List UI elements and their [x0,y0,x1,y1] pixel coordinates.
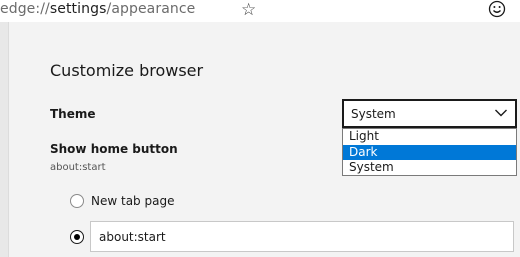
chevron-down-icon [495,109,507,117]
theme-option-system[interactable]: System [343,160,516,175]
left-panel-edge [0,22,9,257]
settings-page: edge://settings/appearance ☆ Customize b… [0,0,520,257]
theme-option-light[interactable]: Light [343,129,516,144]
url-text[interactable]: edge://settings/appearance [0,1,195,17]
home-button-label: Show home button [50,142,178,156]
theme-option-dark[interactable]: Dark [343,145,516,160]
theme-select-value: System [351,107,396,121]
home-button-current-value: about:start [50,162,106,173]
theme-dropdown-list: Light Dark System [342,128,517,176]
radio-new-tab-page-label[interactable]: New tab page [91,194,174,208]
theme-label: Theme [50,107,96,121]
url-host: settings [49,1,107,17]
star-icon[interactable]: ☆ [241,0,256,20]
url-scheme: edge:// [0,1,50,17]
radio-new-tab-page[interactable] [70,194,84,208]
page-title: Customize browser [50,61,204,80]
url-path: /appearance [106,1,196,17]
radio-custom-url[interactable] [70,230,84,244]
address-bar[interactable]: edge://settings/appearance ☆ [0,0,520,22]
theme-select[interactable]: System [342,99,517,128]
home-url-input[interactable] [90,221,514,252]
smiley-icon[interactable] [488,0,506,18]
